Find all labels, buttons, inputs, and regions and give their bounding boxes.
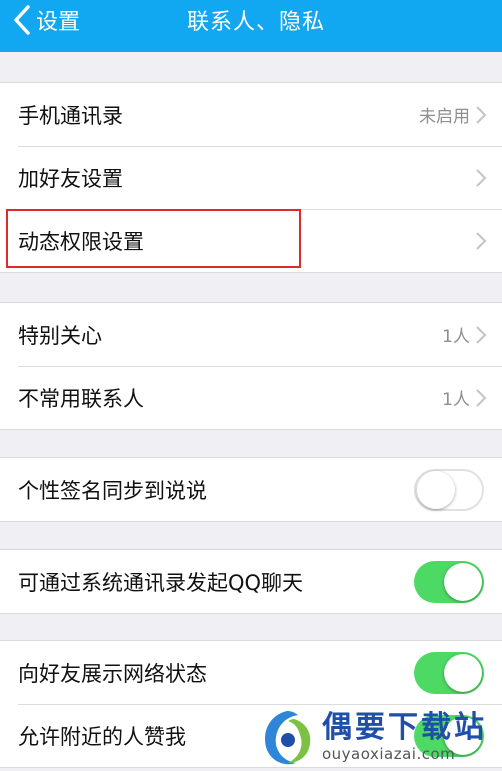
chevron-right-icon xyxy=(476,231,487,250)
row-feed-permission-settings[interactable]: 动态权限设置 xyxy=(0,209,502,272)
toggle-knob xyxy=(444,653,482,692)
row-label: 不常用联系人 xyxy=(18,386,144,411)
settings-group-contacts: 手机通讯录 未启用 加好友设置 动态权限设置 xyxy=(0,82,502,273)
row-add-friend-settings[interactable]: 加好友设置 xyxy=(0,146,502,209)
status-value: 未启用 xyxy=(419,107,470,127)
signature-sync-toggle[interactable] xyxy=(414,468,484,511)
row-show-network-status: 向好友展示网络状态 xyxy=(0,641,502,704)
row-system-contacts-chat: 可通过系统通讯录发起QQ聊天 xyxy=(0,550,502,613)
row-label: 向好友展示网络状态 xyxy=(18,661,207,686)
row-label: 允许附近的人赞我 xyxy=(18,724,186,749)
navigation-bar: 设置 联系人、隐私 xyxy=(0,0,502,52)
watermark-title: 偶要下载站 xyxy=(322,710,487,745)
settings-group-special: 特别关心 1人 不常用联系人 1人 xyxy=(0,302,502,430)
row-label: 手机通讯录 xyxy=(18,103,123,128)
toggle-knob xyxy=(417,470,455,509)
site-logo-icon xyxy=(264,711,311,765)
system-contacts-chat-toggle[interactable] xyxy=(414,560,484,603)
row-phone-contacts[interactable]: 手机通讯录 未启用 xyxy=(0,83,502,146)
row-label: 可通过系统通讯录发起QQ聊天 xyxy=(18,570,304,595)
chevron-right-icon xyxy=(476,168,487,187)
row-signature-sync: 个性签名同步到说说 xyxy=(0,458,502,521)
chevron-right-icon xyxy=(476,388,487,407)
row-label: 动态权限设置 xyxy=(18,229,144,254)
settings-group-system-contacts: 可通过系统通讯录发起QQ聊天 xyxy=(0,549,502,614)
chevron-right-icon xyxy=(476,325,487,344)
row-label: 特别关心 xyxy=(18,323,102,348)
watermark-url: ouyaoxiazai.com xyxy=(322,745,456,763)
row-label: 个性签名同步到说说 xyxy=(18,478,207,503)
row-label: 加好友设置 xyxy=(18,166,123,191)
row-special-care[interactable]: 特别关心 1人 xyxy=(0,303,502,366)
watermark: 偶要下载站 ouyaoxiazai.com xyxy=(258,703,502,771)
settings-group-signature: 个性签名同步到说说 xyxy=(0,457,502,522)
page-title: 联系人、隐私 xyxy=(186,10,325,35)
count-value: 1人 xyxy=(442,327,470,347)
row-infrequent-contacts[interactable]: 不常用联系人 1人 xyxy=(0,366,502,429)
network-status-toggle[interactable] xyxy=(414,651,484,694)
chevron-right-icon xyxy=(476,105,487,124)
toggle-knob xyxy=(444,562,482,601)
count-value: 1人 xyxy=(442,390,470,410)
